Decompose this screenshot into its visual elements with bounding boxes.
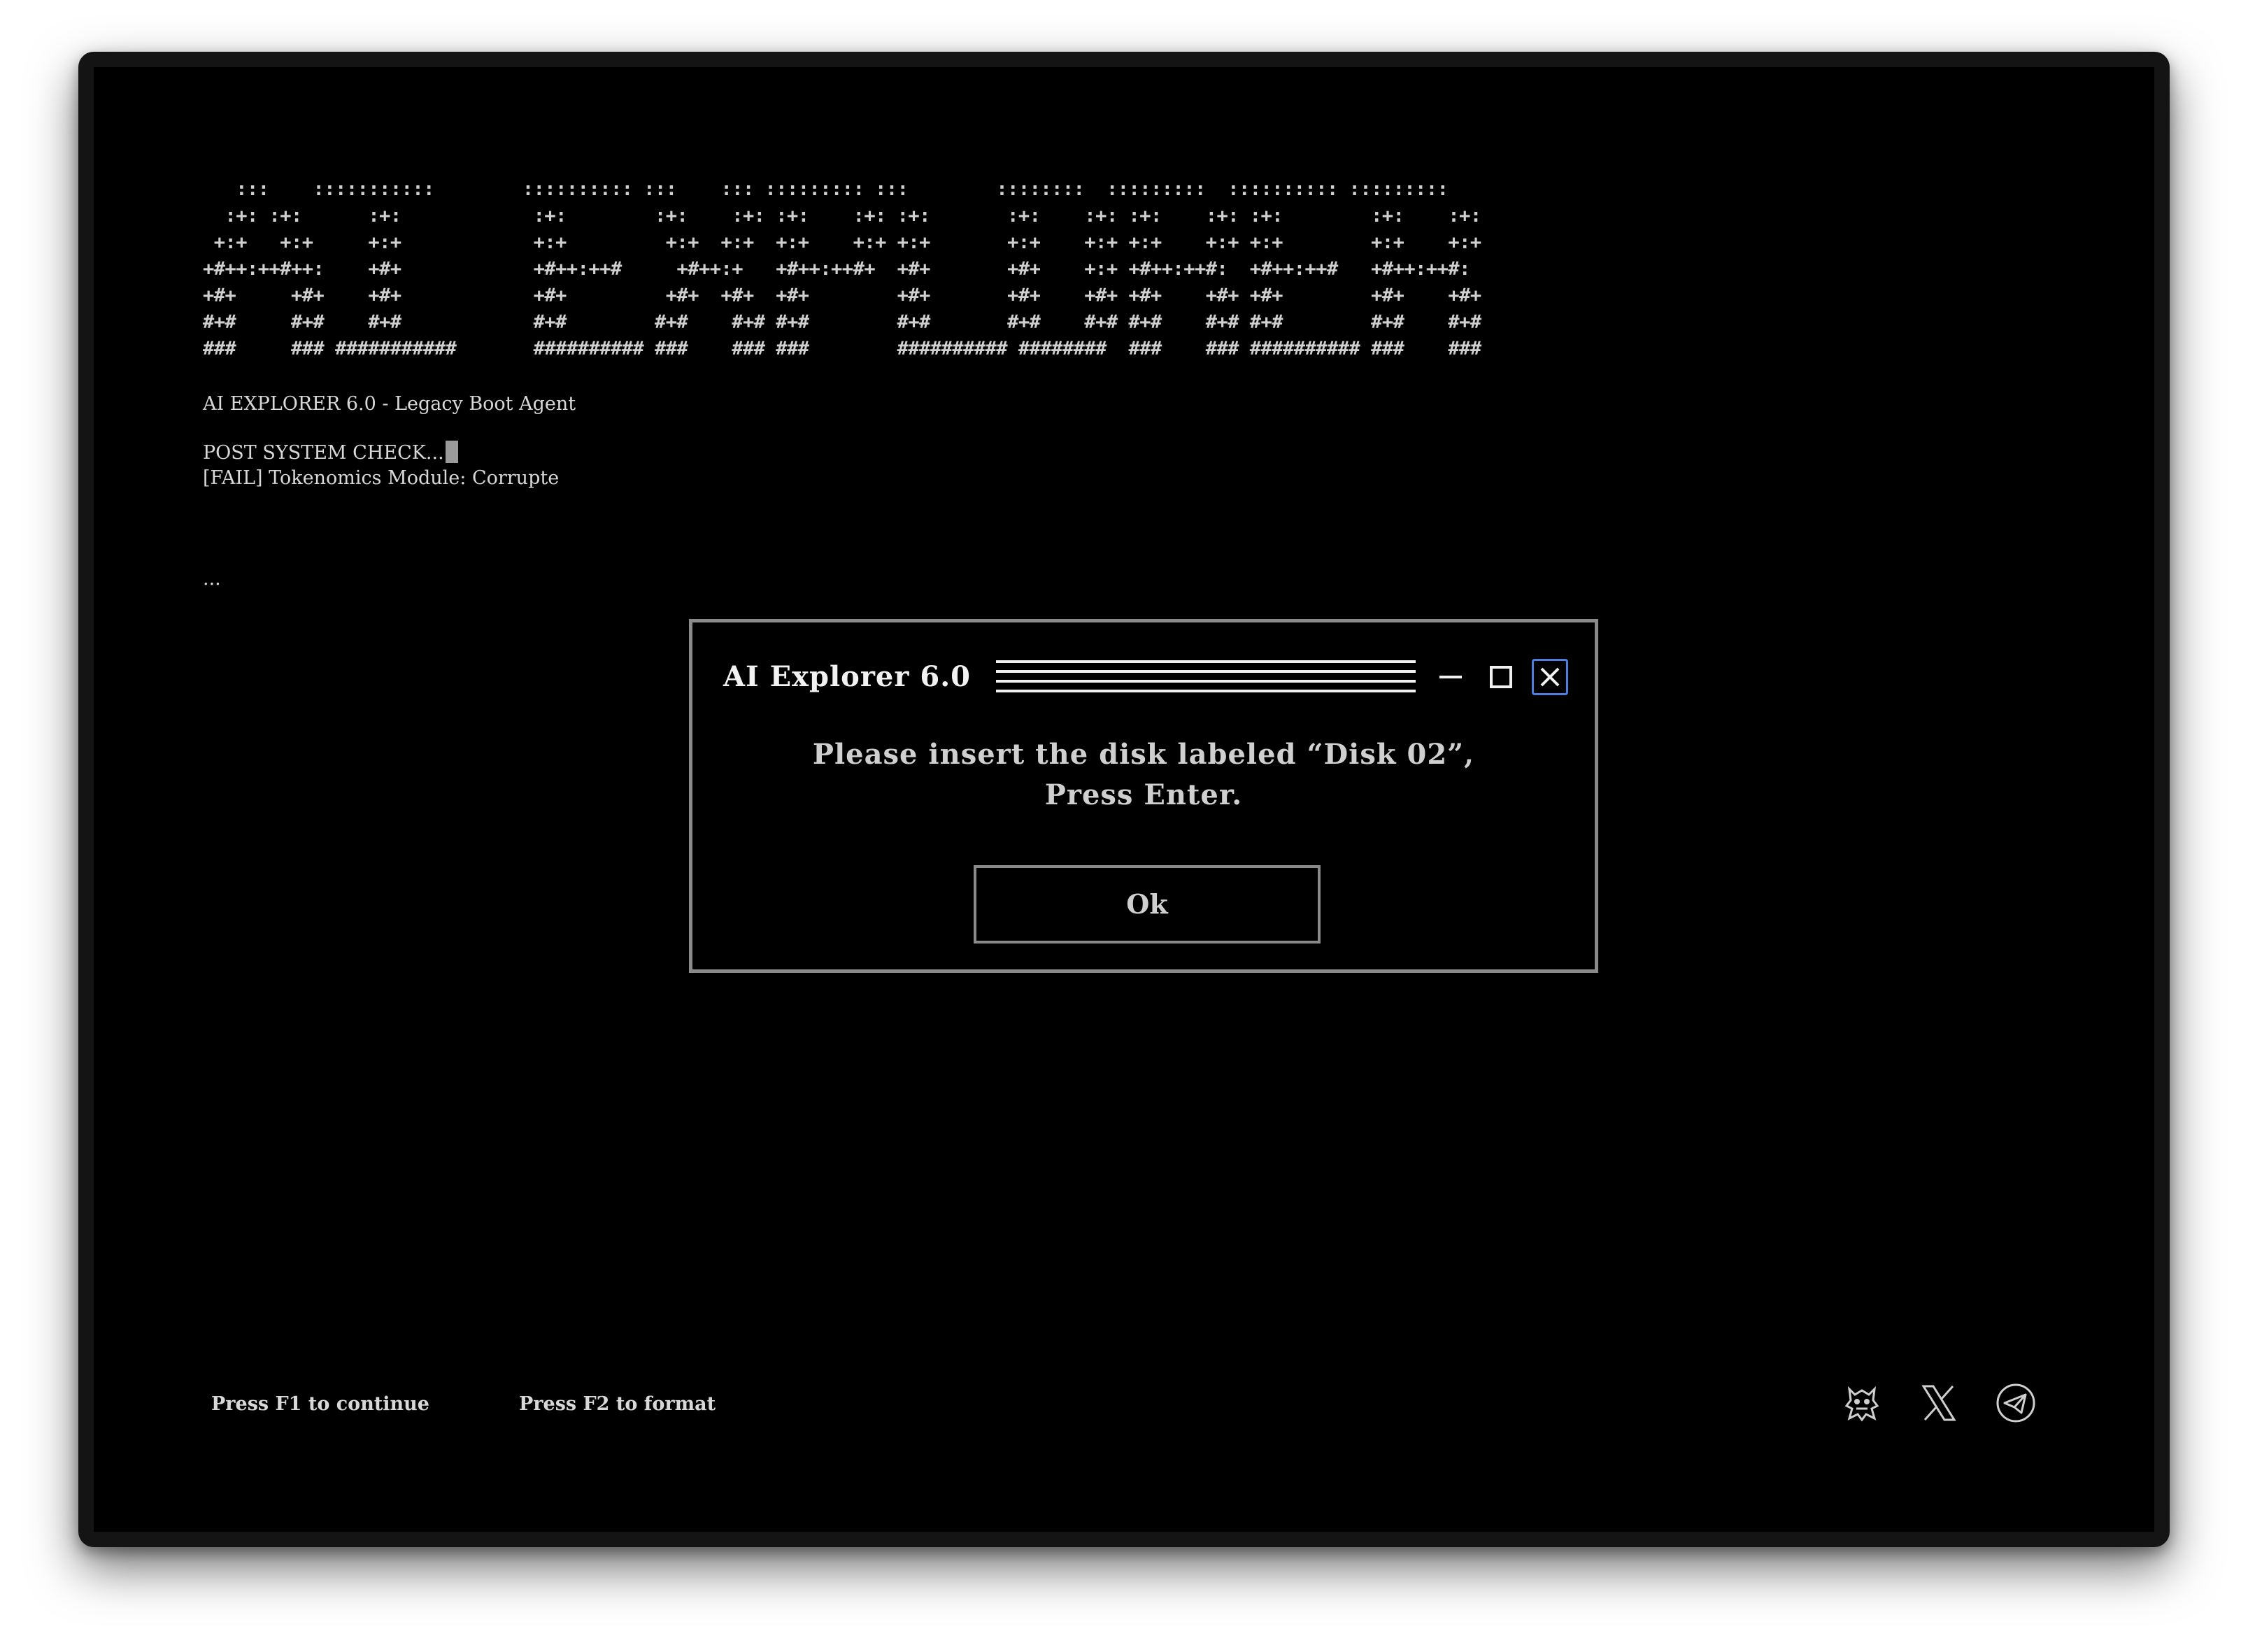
close-button[interactable] (1532, 659, 1568, 695)
monitor-frame: ::: ::::::::::: :::::::::: ::: ::: :::::… (78, 52, 2170, 1547)
ascii-logo-line: :+: :+: :+: :+: :+: :+: :+: :+: :+: :+: … (203, 205, 1482, 227)
dialog-message-line-2: Press Enter. (1044, 778, 1243, 811)
x-twitter-icon (1921, 1385, 1956, 1421)
minimize-button[interactable] (1431, 657, 1470, 697)
x-twitter-link[interactable] (1916, 1381, 1961, 1425)
ascii-art-logo: ::: ::::::::::: :::::::::: ::: ::: :::::… (203, 176, 1481, 362)
dialog-title: AI Explorer 6.0 (723, 660, 971, 693)
maximize-button[interactable] (1481, 657, 1521, 697)
telegram-icon (1996, 1383, 2035, 1423)
boot-header-text: AI EXPLORER 6.0 - Legacy Boot Agent (203, 393, 576, 415)
dialog-titlebar[interactable]: AI Explorer 6.0 (723, 657, 1568, 697)
dialog-message-line-1: Please insert the disk labeled “Disk 02”… (812, 738, 1475, 771)
telegram-link[interactable] (1993, 1381, 2038, 1425)
f1-continue-hint[interactable]: Press F1 to continue (211, 1393, 429, 1415)
mascot-icon (1844, 1386, 1879, 1422)
crt-screen: ::: ::::::::::: :::::::::: ::: ::: :::::… (94, 67, 2154, 1532)
f2-format-hint[interactable]: Press F2 to format (519, 1393, 716, 1415)
post-check-line: POST SYSTEM CHECK... (203, 441, 458, 464)
fail-line: [FAIL] Tokenomics Module: Corrupte (203, 467, 560, 489)
close-icon (1540, 667, 1560, 687)
post-check-text: POST SYSTEM CHECK... (203, 442, 444, 464)
insert-disk-dialog: AI Explorer 6.0 Please insert the disk l… (689, 619, 1598, 973)
maximize-icon (1490, 666, 1512, 688)
titlebar-stripes (996, 660, 1416, 694)
blinking-cursor (445, 441, 458, 463)
ok-button[interactable]: Ok (974, 865, 1321, 944)
minimize-icon (1439, 676, 1462, 678)
ascii-logo-line: +:+ +:+ +:+ +:+ +:+ +:+ +:+ +:+ +:+ +:+ … (203, 232, 1481, 253)
ellipsis-text: ... (203, 568, 221, 590)
ascii-logo-line: +#++:++#++: +#+ +#++:++# +#++:+ +#++:++#… (203, 258, 1470, 280)
mascot-link[interactable] (1840, 1381, 1884, 1425)
ascii-logo-line: ### ### ########### ########## ### ### #… (203, 338, 1481, 359)
ascii-logo-line: +#+ +#+ +#+ +#+ +#+ +#+ +#+ +#+ +#+ +#+ … (203, 285, 1481, 306)
ascii-logo-line: ::: ::::::::::: :::::::::: ::: ::: :::::… (203, 178, 1449, 200)
dialog-message: Please insert the disk labeled “Disk 02”… (692, 734, 1595, 816)
ascii-logo-line: #+# #+# #+# #+# #+# #+# #+# #+# #+# #+# … (203, 311, 1481, 333)
